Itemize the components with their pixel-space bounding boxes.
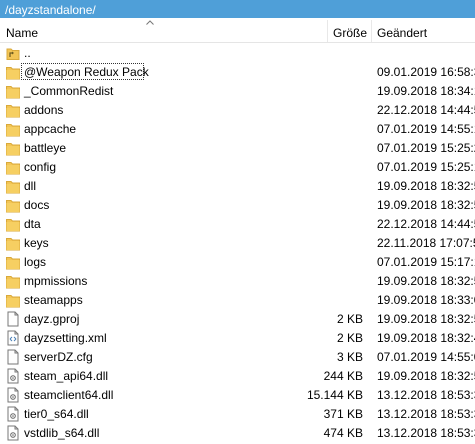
- column-modified[interactable]: Geändert: [377, 26, 427, 40]
- file-row[interactable]: dta 22.12.2018 14:44:50: [0, 215, 475, 234]
- folder-icon: [6, 121, 20, 137]
- file-row[interactable]: steamclient64.dll 15.144 KB 13.12.2018 18:…: [0, 386, 475, 405]
- file-row[interactable]: logs 07.01.2019 15:17:16: [0, 253, 475, 272]
- file-row[interactable]: mpmissions 19.09.2018 18:32:59: [0, 272, 475, 291]
- folder-icon: [6, 254, 20, 270]
- current-path: /dayzstandalone/: [5, 3, 96, 17]
- path-bar[interactable]: /dayzstandalone/: [0, 0, 475, 18]
- folder-icon: [6, 140, 20, 156]
- file-row[interactable]: docs 19.09.2018 18:32:59: [0, 196, 475, 215]
- file-row[interactable]: _CommonRedist 19.09.2018 18:34:11: [0, 82, 475, 101]
- folder-icon: [6, 197, 20, 213]
- file-modified: 19.09.2018 18:32:59: [377, 369, 475, 383]
- file-modified: 19.09.2018 18:32:59: [377, 198, 475, 212]
- file-name: dayz.gproj: [24, 312, 80, 326]
- folder-icon: [6, 64, 20, 80]
- folder-icon: [6, 273, 20, 289]
- file-row[interactable]: serverDZ.cfg 3 KB 07.01.2019 14:55:01: [0, 348, 475, 367]
- file-size: 2 KB: [336, 312, 363, 326]
- column-size[interactable]: Größe: [333, 26, 367, 40]
- file-row[interactable]: steamapps 19.09.2018 18:33:00: [0, 291, 475, 310]
- file-name: vstdlib_s64.dll: [24, 426, 100, 440]
- file-size: 244 KB: [323, 369, 363, 383]
- xml-file-icon: [6, 330, 20, 346]
- file-size: 3 KB: [336, 350, 363, 364]
- file-row[interactable]: dll 19.09.2018 18:32:59: [0, 177, 475, 196]
- file-row[interactable]: steam_api64.dll 244 KB 19.09.2018 18:32:59: [0, 367, 475, 386]
- file-row[interactable]: tier0_s64.dll 371 KB 13.12.2018 18:53:33: [0, 405, 475, 424]
- file-row[interactable]: dayzsetting.xml 2 KB 19.09.2018 18:32:48: [0, 329, 475, 348]
- file-name: appcache: [24, 122, 77, 136]
- dll-file-icon: [6, 425, 20, 441]
- sort-ascending-icon: [146, 20, 154, 25]
- file-size: 371 KB: [323, 407, 363, 421]
- file-modified: 22.11.2018 17:07:51: [377, 236, 475, 250]
- file-modified: 13.12.2018 18:53:33: [377, 388, 475, 402]
- file-icon: [6, 349, 20, 365]
- column-header: Name Größe Geändert: [0, 18, 475, 43]
- file-modified: 07.01.2019 14:55:12: [377, 122, 475, 136]
- file-row[interactable]: keys 22.11.2018 17:07:51: [0, 234, 475, 253]
- file-name: addons: [24, 103, 64, 117]
- dll-file-icon: [6, 387, 20, 403]
- folder-icon: [6, 235, 20, 251]
- column-name[interactable]: Name: [6, 26, 38, 40]
- folder-icon: [6, 102, 20, 118]
- dll-file-icon: [6, 406, 20, 422]
- file-name: mpmissions: [24, 274, 88, 288]
- file-row[interactable]: config 07.01.2019 15:25:16: [0, 158, 475, 177]
- file-name: steamapps: [24, 293, 83, 307]
- file-row[interactable]: vstdlib_s64.dll 474 KB 13.12.2018 18:53:33: [0, 424, 475, 443]
- file-modified: 22.12.2018 14:44:50: [377, 217, 475, 231]
- file-row[interactable]: dayz.gproj 2 KB 19.09.2018 18:32:53: [0, 310, 475, 329]
- file-name: _CommonRedist: [24, 84, 114, 98]
- file-size: 2 KB: [336, 331, 363, 345]
- file-modified: 07.01.2019 15:25:28: [377, 141, 475, 155]
- file-name: serverDZ.cfg: [24, 350, 93, 364]
- file-modified: 13.12.2018 18:53:33: [377, 426, 475, 440]
- folder-icon: [6, 159, 20, 175]
- file-modified: 19.09.2018 18:32:48: [377, 331, 475, 345]
- file-modified: 09.01.2019 16:58:38: [377, 65, 475, 79]
- folder-icon: [6, 216, 20, 232]
- file-modified: 19.09.2018 18:32:53: [377, 312, 475, 326]
- file-modified: 22.12.2018 14:44:50: [377, 103, 475, 117]
- file-modified: 07.01.2019 15:25:16: [377, 160, 475, 174]
- file-row[interactable]: addons 22.12.2018 14:44:50: [0, 101, 475, 120]
- file-name: logs: [24, 255, 47, 269]
- file-name: ..: [24, 46, 31, 60]
- file-modified: 19.09.2018 18:32:59: [377, 274, 475, 288]
- file-modified: 19.09.2018 18:32:59: [377, 179, 475, 193]
- column-divider[interactable]: [327, 20, 328, 42]
- parent-folder-icon: [6, 45, 20, 61]
- file-name: @Weapon Redux Pack: [24, 65, 149, 79]
- file-name: dta: [24, 217, 41, 231]
- folder-icon: [6, 292, 20, 308]
- file-row[interactable]: ..: [0, 44, 475, 63]
- file-size: 15.144 KB: [306, 388, 363, 402]
- file-name: dll: [24, 179, 37, 193]
- file-icon: [6, 311, 20, 327]
- folder-icon: [6, 83, 20, 99]
- file-name: docs: [24, 198, 50, 212]
- file-row[interactable]: appcache 07.01.2019 14:55:12: [0, 120, 475, 139]
- file-name: dayzsetting.xml: [24, 331, 107, 345]
- folder-icon: [6, 178, 20, 194]
- file-size: 474 KB: [323, 426, 363, 440]
- file-row[interactable]: @Weapon Redux Pack 09.01.2019 16:58:38: [0, 63, 475, 82]
- file-modified: 13.12.2018 18:53:33: [377, 407, 475, 421]
- file-modified: 07.01.2019 15:17:16: [377, 255, 475, 269]
- file-name: steamclient64.dll: [24, 388, 114, 402]
- file-modified: 07.01.2019 14:55:01: [377, 350, 475, 364]
- dll-file-icon: [6, 368, 20, 384]
- file-modified: 19.09.2018 18:34:11: [377, 84, 475, 98]
- file-name: keys: [24, 236, 49, 250]
- file-name: battleye: [24, 141, 67, 155]
- file-modified: 19.09.2018 18:33:00: [377, 293, 475, 307]
- file-name: tier0_s64.dll: [24, 407, 89, 421]
- file-name: config: [24, 160, 57, 174]
- file-row[interactable]: battleye 07.01.2019 15:25:28: [0, 139, 475, 158]
- file-name: steam_api64.dll: [24, 369, 109, 383]
- column-divider[interactable]: [371, 20, 372, 42]
